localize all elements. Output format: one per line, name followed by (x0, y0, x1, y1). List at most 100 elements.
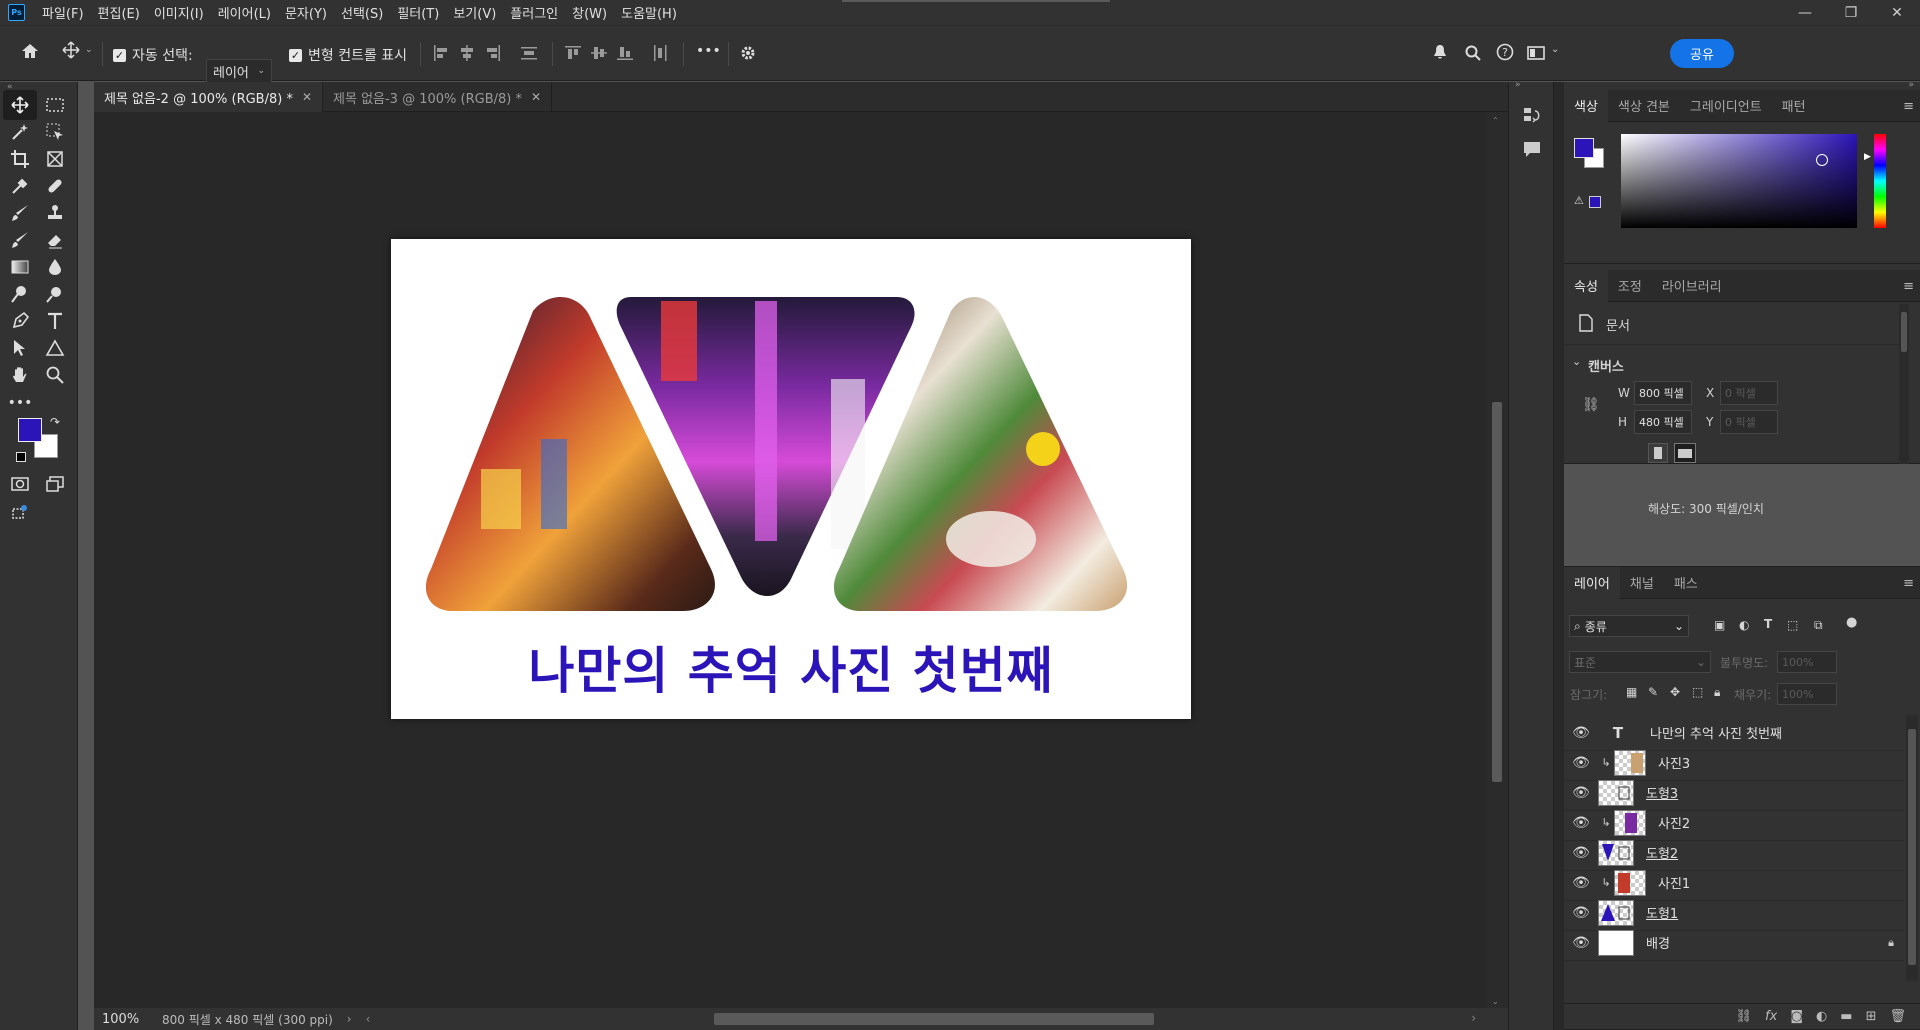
eyedropper-tool[interactable] (3, 171, 37, 201)
properties-scrollbar[interactable] (1899, 304, 1909, 464)
trash-icon[interactable]: 🗑︎ (1889, 1009, 1906, 1024)
dodge-tool[interactable] (3, 279, 37, 309)
fill-field[interactable]: 100% (1777, 683, 1837, 705)
filter-toggle-icon[interactable]: ● (1846, 615, 1857, 630)
lock-all-icon[interactable]: 🔒︎ (1714, 685, 1720, 700)
collapse-icon[interactable]: » (1515, 80, 1521, 90)
align-center-icon[interactable] (458, 44, 476, 62)
properties-scroll-thumb[interactable] (1901, 312, 1907, 352)
menu-view[interactable]: 보기(V) (446, 3, 503, 22)
zoom-tool[interactable] (38, 360, 72, 390)
panel-menu-icon[interactable]: ≡ (1903, 279, 1914, 294)
healing-brush-tool[interactable] (38, 171, 72, 201)
align-top-icon[interactable] (564, 44, 582, 62)
menu-file[interactable]: 파일(F) (35, 3, 91, 22)
tab-gradients[interactable]: 그레이디언트 (1680, 90, 1772, 122)
object-selection-tool[interactable] (3, 117, 37, 147)
visibility-eye-icon[interactable]: 👁︎ (1564, 905, 1598, 921)
chevron-right-icon[interactable]: › (347, 1012, 352, 1026)
chevron-down-icon[interactable]: ⌄ (1551, 44, 1559, 55)
more-options-button[interactable]: ••• (696, 43, 721, 59)
type-tool[interactable] (38, 306, 72, 336)
color-field[interactable] (1621, 134, 1857, 228)
foreground-color-swatch[interactable] (18, 418, 42, 442)
auto-select-checkbox[interactable]: ✓ 자동 선택: (113, 45, 193, 65)
doc-tab-2[interactable]: 제목 없음-3 @ 100% (RGB/8) * ✕ (323, 82, 553, 112)
visibility-eye-icon[interactable]: 👁︎ (1564, 875, 1598, 891)
visibility-eye-icon[interactable]: 👁︎ (1564, 935, 1598, 951)
visibility-eye-icon[interactable]: 👁︎ (1564, 815, 1598, 831)
tab-adjustments[interactable]: 조정 (1608, 270, 1652, 302)
swap-colors-icon[interactable]: ↷ (50, 415, 60, 429)
visibility-eye-icon[interactable]: 👁︎ (1564, 755, 1598, 771)
color-picker-handle[interactable] (1816, 154, 1828, 166)
close-button[interactable]: ✕ (1874, 0, 1920, 25)
tab-swatches[interactable]: 색상 견본 (1608, 90, 1680, 122)
panel-menu-icon[interactable]: ≡ (1903, 99, 1914, 114)
path-selection-tool[interactable] (3, 333, 37, 363)
tab-libraries[interactable]: 라이브러리 (1652, 270, 1732, 302)
blur-tool[interactable] (38, 252, 72, 282)
menu-filter[interactable]: 필터(T) (390, 3, 446, 22)
move-tool[interactable] (3, 90, 37, 120)
align-bottom-icon[interactable] (616, 44, 634, 62)
panel-menu-icon[interactable]: ≡ (1903, 576, 1914, 591)
layer-style-icon[interactable]: fx (1765, 1009, 1777, 1024)
filter-smart-object-icon[interactable]: ⧉ (1814, 618, 1823, 633)
visibility-eye-icon[interactable]: 👁︎ (1564, 785, 1598, 801)
frame-tool[interactable] (38, 144, 72, 174)
hand-tool[interactable] (3, 360, 37, 390)
blend-mode-dropdown[interactable]: 표준 ⌄ (1569, 651, 1711, 673)
home-button[interactable] (20, 41, 40, 61)
zoom-search-tool[interactable] (38, 279, 72, 309)
collapse-icon[interactable]: » (1908, 80, 1914, 90)
gear-icon[interactable] (739, 44, 757, 62)
scroll-left-icon[interactable]: ‹ (366, 1012, 371, 1026)
vertical-scroll-thumb[interactable] (1492, 402, 1502, 782)
adjustment-layer-icon[interactable]: ◐ (1816, 1009, 1827, 1024)
share-button[interactable]: 공유 (1670, 39, 1734, 68)
vertical-scrollbar[interactable]: ⌃ ⌄ (1486, 112, 1508, 1008)
menu-select[interactable]: 선택(S) (334, 3, 390, 22)
comments-panel-icon[interactable] (1523, 140, 1541, 158)
width-field[interactable]: 800 픽셀 (1634, 381, 1692, 405)
opacity-field[interactable]: 100% (1777, 651, 1837, 673)
select-tool[interactable] (38, 117, 72, 147)
history-brush-tool[interactable] (3, 225, 37, 255)
eraser-tool[interactable] (38, 225, 72, 255)
menu-image[interactable]: 이미지(I) (147, 3, 211, 22)
filter-type-icon[interactable]: T (1764, 617, 1772, 631)
chevron-down-icon[interactable]: ⌄ (1572, 355, 1581, 368)
workspace-icon[interactable] (1527, 44, 1545, 62)
marquee-tool[interactable] (38, 90, 72, 120)
add-mask-icon[interactable]: ◙ (1790, 1009, 1803, 1024)
tab-properties[interactable]: 속성 (1564, 269, 1608, 302)
menu-type[interactable]: 문자(Y) (278, 3, 334, 22)
close-icon[interactable]: ✕ (302, 90, 312, 104)
scroll-right-icon[interactable]: › (1471, 1011, 1476, 1025)
history-panel-icon[interactable] (1523, 106, 1541, 126)
landscape-orientation-button[interactable] (1674, 443, 1696, 463)
filter-shape-icon[interactable]: ⬚ (1787, 618, 1798, 632)
crop-tool[interactable] (3, 144, 37, 174)
menu-help[interactable]: 도움말(H) (614, 3, 684, 22)
screen-mode-button[interactable] (38, 469, 72, 499)
portrait-orientation-button[interactable] (1648, 443, 1668, 463)
canvas-section-title[interactable]: 캔버스 (1588, 356, 1624, 375)
tab-channels[interactable]: 채널 (1620, 567, 1664, 599)
x-field[interactable]: 0 픽셀 (1720, 381, 1778, 405)
restore-button[interactable]: ❐ (1828, 0, 1874, 25)
tab-patterns[interactable]: 패턴 (1772, 90, 1816, 122)
menu-edit[interactable]: 편집(E) (91, 3, 147, 22)
generative-button[interactable] (3, 498, 37, 528)
filter-pixel-icon[interactable]: ▣ (1714, 618, 1725, 632)
scroll-down-icon[interactable]: ⌄ (1492, 997, 1499, 1006)
transform-controls-checkbox[interactable]: ✓ 변형 컨트롤 표시 (289, 45, 407, 65)
clone-stamp-tool[interactable] (38, 198, 72, 228)
distribute-icon[interactable] (520, 44, 538, 62)
tab-layers[interactable]: 레이어 (1564, 566, 1620, 599)
menu-layer[interactable]: 레이어(L) (211, 3, 278, 22)
lock-artboard-icon[interactable]: ⬚ (1692, 685, 1703, 699)
minimize-button[interactable]: — (1782, 0, 1828, 25)
tab-color[interactable]: 색상 (1564, 89, 1608, 122)
